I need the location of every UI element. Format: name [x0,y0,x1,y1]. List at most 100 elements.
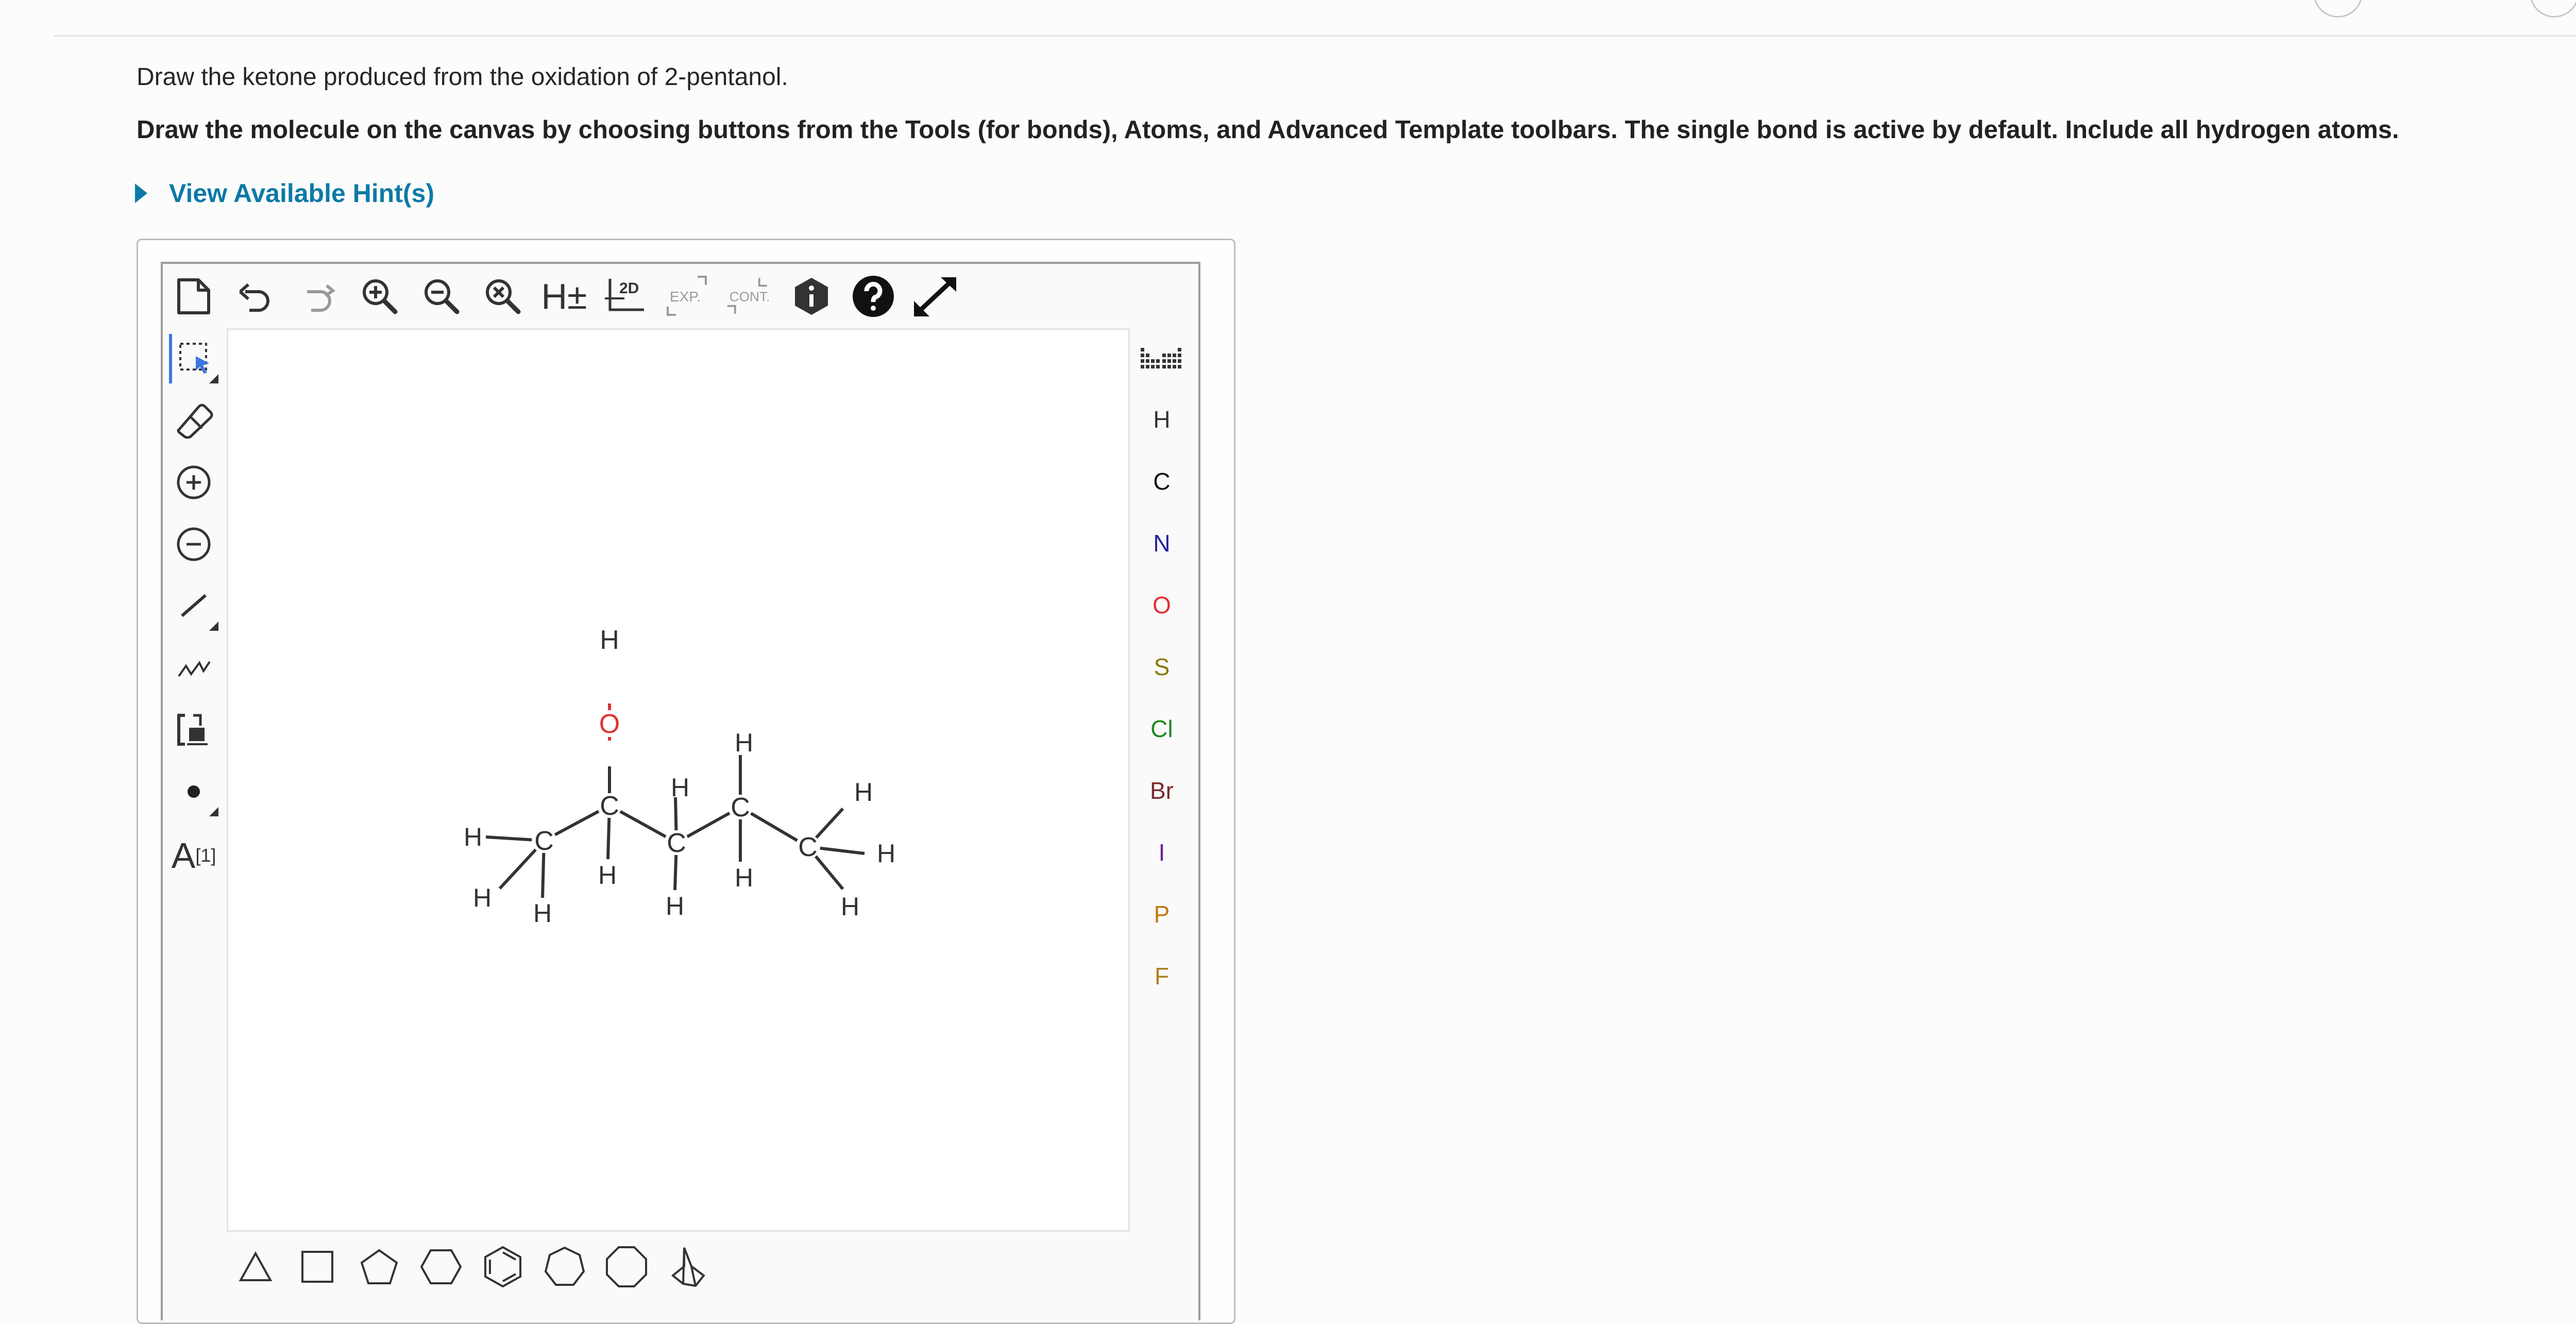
hydrogen-label: H [735,863,753,892]
undo-button[interactable] [233,273,279,320]
help-icon [853,276,894,317]
undo-icon [239,283,269,312]
expand-abbreviations-button[interactable]: EXP. [665,273,711,320]
toggle-hydrogens-button[interactable]: H± [541,273,587,320]
fullscreen-icon [914,277,956,316]
single-bond-tool[interactable] [169,581,218,631]
view-hints-link[interactable]: View Available Hint(s) [135,178,434,208]
atom-label: H [600,625,619,655]
zoom-out-button[interactable] [418,273,465,320]
hexagon-icon [420,1249,462,1284]
erase-tool[interactable] [169,396,218,445]
clean-2d-button[interactable]: 2D [603,273,649,320]
negative-charge-tool[interactable] [169,519,218,569]
periodic-table-button[interactable] [1136,1010,1188,1060]
expand-triangle-icon [135,183,147,203]
periodic-table-icon [1141,348,1181,368]
expand-icon: EXP. [667,276,707,316]
bracket-icon [177,714,208,746]
square-icon [301,1251,333,1283]
atom-button-n[interactable]: N [1136,518,1188,568]
submenu-indicator-icon [209,622,218,631]
atom-button-h[interactable]: H [1136,395,1188,444]
octagon-icon [606,1246,647,1287]
atom-label: C [731,793,750,823]
contract-icon: CONT. [727,278,770,314]
atom-label: C [667,828,686,858]
atom-symbol: O [1153,592,1171,618]
atom-label: C [798,832,818,862]
atom-label: C [600,791,619,821]
atom-symbol: S [1154,653,1170,680]
text-tool[interactable]: A [1] [169,831,218,880]
atom-button-p[interactable]: P [1136,890,1188,939]
help-button[interactable] [850,273,896,320]
hydrogen-label: H [533,899,552,928]
text-tool-superscript: [1] [195,845,216,866]
top-bar [54,0,2576,37]
clean-2d-label: 2D [619,280,639,297]
atom-symbol: C [1153,468,1171,495]
hydrogen-label: H [671,773,689,802]
new-document-button[interactable] [171,273,217,320]
clean-2d-icon: 2D [605,279,644,311]
cyclohexane-template[interactable] [416,1242,466,1292]
s-group-tool[interactable] [169,705,218,755]
atom-symbol: P [1154,901,1170,928]
hydrogen-label: H [854,778,873,807]
atom-button-br[interactable]: Br [1136,766,1188,815]
atom-label: C [534,826,554,856]
atom-button-cl[interactable]: Cl [1136,704,1188,753]
hydrogen-toggle-label: H± [541,276,587,316]
hydrogen-label: H [877,839,895,868]
atom-button-f[interactable]: F [1136,951,1188,1001]
question-text: Draw the ketone produced from the oxidat… [137,63,788,91]
cyclopropane-template[interactable] [231,1242,280,1292]
redo-button[interactable] [295,273,341,320]
zoom-in-button[interactable] [357,273,403,320]
hydrogen-label: H [666,892,684,920]
cyclopentane-template[interactable] [354,1242,404,1292]
molecule-drawing[interactable]: H O C C C C C H H H H H H H H H H H [227,328,1130,1232]
atom-symbol: Br [1150,777,1174,804]
bicyclic-template[interactable] [664,1242,713,1292]
eraser-icon [177,404,213,439]
cycloheptane-template[interactable] [540,1242,589,1292]
chain-tool[interactable] [169,643,218,693]
cyclooctane-template[interactable] [602,1242,651,1292]
atom-button-s[interactable]: S [1136,642,1188,692]
info-button[interactable] [788,273,835,320]
positive-charge-tool[interactable] [169,458,218,507]
atom-symbol: Cl [1150,715,1173,742]
zoom-reset-icon [486,279,521,314]
atom-button-i[interactable]: I [1136,828,1188,877]
zoom-out-icon [425,279,460,314]
atom-button-c[interactable]: C [1136,457,1188,506]
view-hints-label: View Available Hint(s) [169,179,434,208]
benzene-template[interactable] [478,1242,528,1292]
zoom-reset-button[interactable] [480,273,526,320]
submenu-indicator-icon [209,374,218,383]
periodic-table-button-top[interactable] [1136,335,1188,384]
hydrogen-label: H [473,883,492,912]
minus-charge-icon [177,527,211,561]
cyclobutane-template[interactable] [293,1242,342,1292]
hydrogen-label: H [841,892,859,921]
select-tool[interactable] [169,334,218,383]
hydrogen-label: H [464,823,482,851]
atom-symbol: F [1154,963,1170,990]
chain-icon [178,661,211,677]
atom-button-o[interactable]: O [1136,580,1188,630]
atom-symbol: N [1153,530,1171,557]
hydrogen-label: H [735,728,753,757]
triangle-icon [239,1251,273,1281]
contract-abbreviations-button[interactable]: CONT. [726,273,773,320]
fullscreen-button[interactable] [912,273,958,320]
dot-icon [188,785,200,798]
hydrogen-label: H [598,861,617,890]
atom-symbol: I [1158,839,1165,866]
reaction-tool[interactable] [169,767,218,816]
atom-symbol: H [1153,406,1171,433]
contract-label: CONT. [730,289,770,304]
heptagon-icon [544,1246,585,1286]
